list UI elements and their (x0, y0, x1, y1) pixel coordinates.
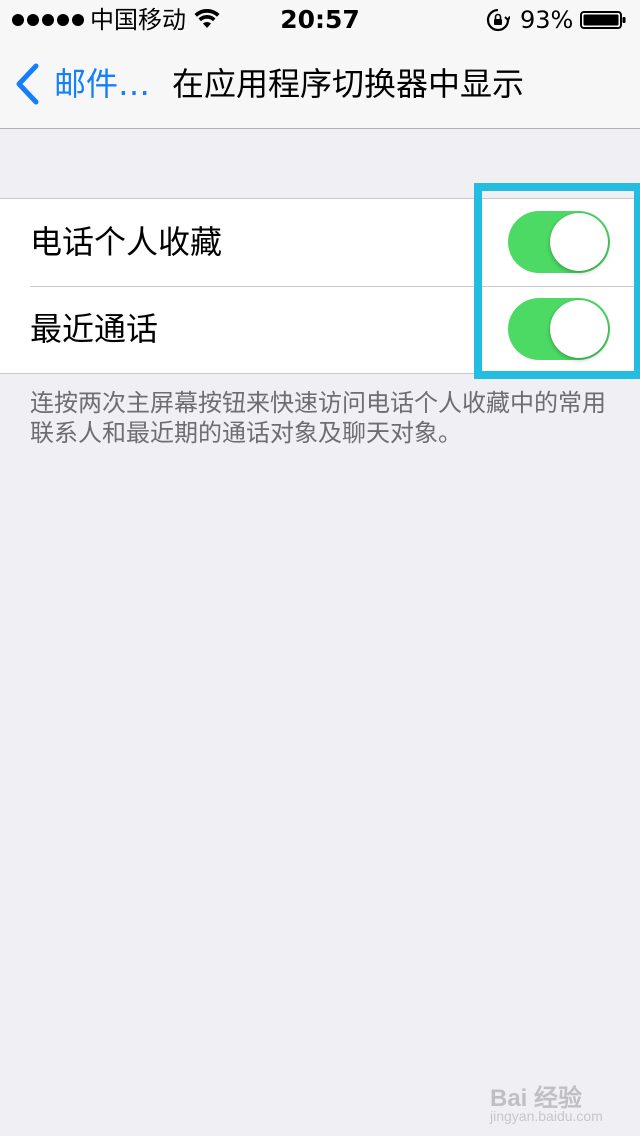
watermark-url: jingyan.baidu.com (490, 1108, 603, 1124)
page-title: 在应用程序切换器中显示 (172, 65, 525, 103)
row-label: 最近通话 (30, 310, 159, 348)
settings-row-recent-calls: 最近通话 (0, 286, 640, 373)
watermark: Bai 经验 jingyan.baidu.com (488, 1064, 618, 1124)
row-label: 电话个人收藏 (30, 223, 223, 261)
rotation-lock-icon (486, 8, 510, 32)
footer-description: 连按两次主屏幕按钮来快速访问电话个人收藏中的常用联系人和最近期的通话对象及聊天对… (30, 389, 606, 447)
recent-calls-toggle[interactable] (508, 298, 610, 360)
battery-icon (580, 11, 626, 29)
toggle-knob (550, 213, 608, 271)
battery-percentage: 93% (520, 6, 574, 34)
chevron-left-icon (16, 63, 39, 105)
status-bar: 中国移动 20:57 93% (0, 0, 640, 40)
navigation-bar: 邮件… 在应用程序切换器中显示 (0, 40, 640, 129)
back-button[interactable]: 邮件… (14, 62, 150, 106)
back-button-label: 邮件… (54, 65, 151, 103)
settings-group: 电话个人收藏 最近通话 (0, 198, 640, 374)
settings-row-phone-favorites: 电话个人收藏 (0, 199, 640, 286)
phone-favorites-toggle[interactable] (508, 211, 610, 273)
toggle-knob (550, 300, 608, 358)
